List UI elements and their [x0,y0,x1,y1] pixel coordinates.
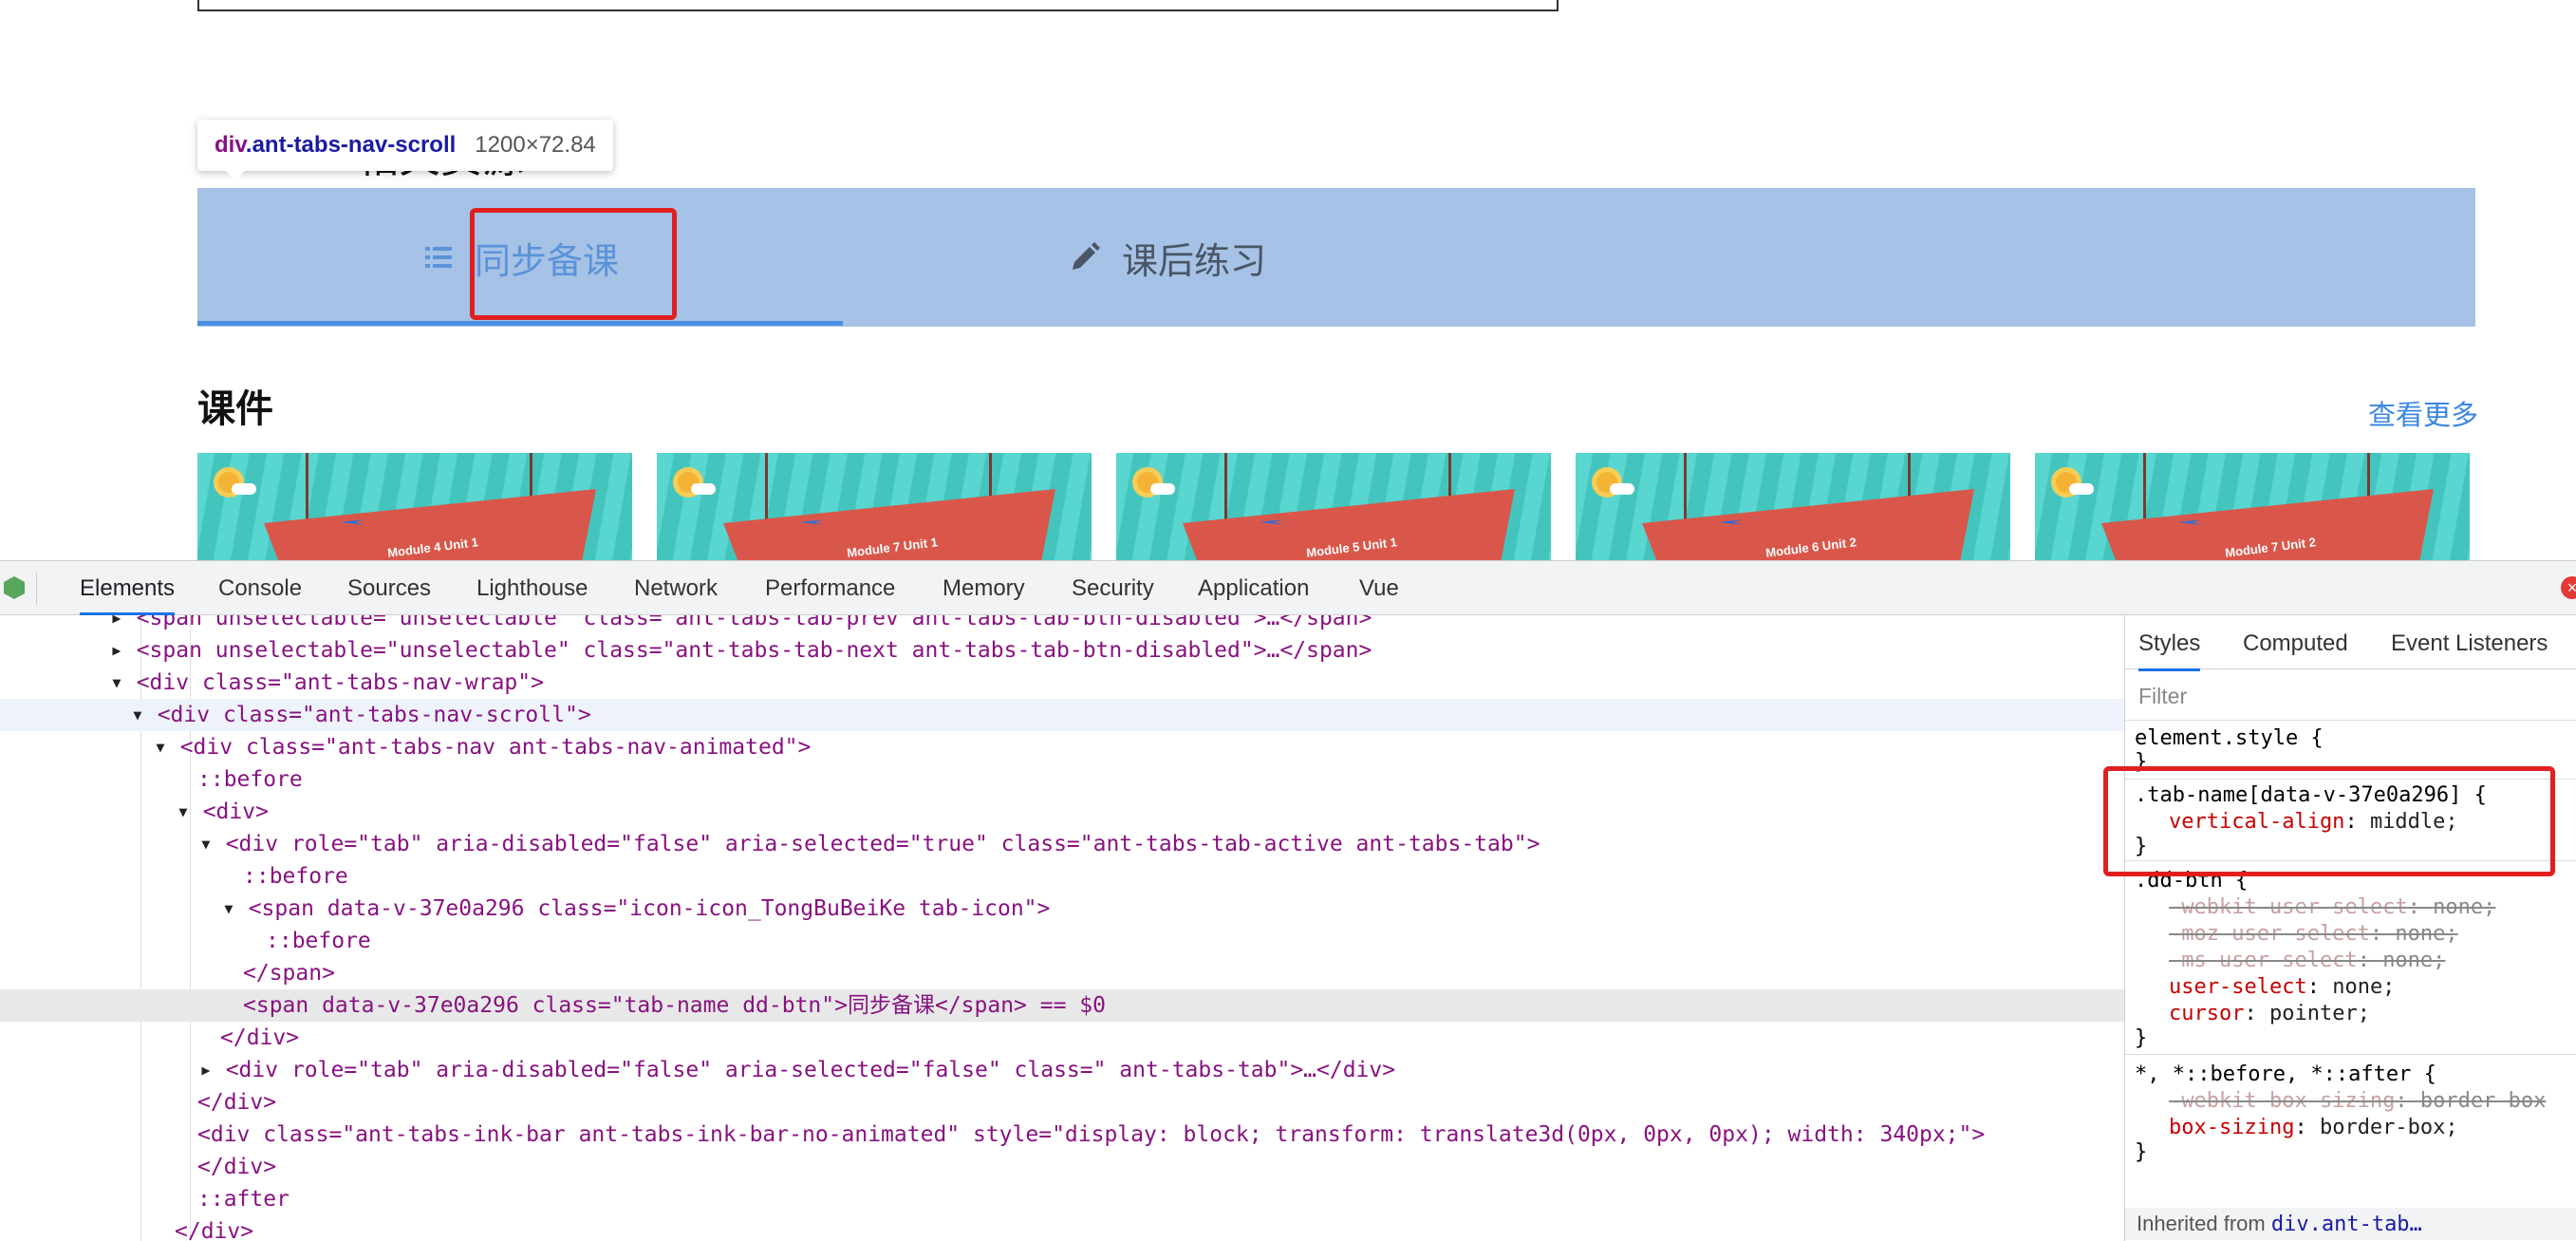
tab-styles[interactable]: Styles [2138,630,2201,671]
dom-node[interactable]: </div> [0,1215,2124,1241]
tab-homework[interactable]: 课后练习 [1069,188,1266,327]
inherited-from-header: Inherited from div.ant-tab… [2125,1208,2576,1240]
dom-node[interactable]: <div class="ant-tabs-ink-bar ant-tabs-in… [0,1119,2124,1151]
filter-divider [2125,720,2576,721]
rule-declaration-overridden[interactable]: -ms-user-select: none; [2169,948,2445,974]
rule-divider [2125,1054,2576,1055]
rule-declaration[interactable]: box-sizing: border-box; [2169,1115,2458,1141]
dom-node-selected[interactable]: <span data-v-37e0a296 class="tab-name dd… [0,989,2124,1022]
dom-node[interactable]: ▾ <div role="tab" aria-disabled="false" … [0,828,2124,860]
dom-node[interactable]: </span> [0,957,2124,989]
pseudo-element[interactable]: ::after [0,1183,2124,1215]
tab-label: 课后练习 [1122,239,1267,282]
tab-performance[interactable]: Performance [765,575,895,602]
dom-node[interactable]: ▾ <div> [0,796,2124,828]
vue-devtools-icon[interactable] [4,576,25,599]
inspect-tooltip: div.ant-tabs-nav-scroll 1200×72.84 [197,120,613,180]
rule-declaration-overridden[interactable]: -moz-user-select: none; [2169,921,2458,948]
highlight-box-tab [470,208,677,320]
tab-lighthouse[interactable]: Lighthouse [476,575,588,602]
course-thumbnail[interactable]: Module 7 Unit 1 [657,453,1092,560]
devtools-panel: Elements Console Sources Lighthouse Netw… [0,560,2576,1241]
dom-node[interactable]: </div> [0,1022,2124,1054]
tab-sources[interactable]: Sources [347,575,431,602]
highlight-box-rule [2103,766,2555,876]
tab-network[interactable]: Network [634,575,718,602]
dom-node[interactable]: ▸ <span unselectable="unselectable" clas… [0,634,2124,667]
styles-pane: Styles Computed Event Listeners Filter e… [2124,615,2576,1241]
pseudo-element[interactable]: ::before [0,763,2124,796]
styles-filter-input[interactable]: Filter [2138,684,2187,709]
rule-declaration[interactable]: user-select: none; [2169,974,2395,1001]
tab-application[interactable]: Application [1198,575,1309,602]
tab-event-listeners[interactable]: Event Listeners [2391,630,2548,657]
web-page: 000000相关资源 div.ant-tabs-nav-scroll 1200×… [0,0,2576,560]
tooltip-size: 1200×72.84 [475,132,596,158]
tab-memory[interactable]: Memory [943,575,1025,602]
dom-node[interactable]: </div> [0,1151,2124,1183]
rule-close-brace: } [2135,1140,2148,1164]
tooltip-tag: div [215,132,246,158]
dom-node[interactable]: ▸ <span unselectable="unselectable" clas… [0,615,2124,634]
toolbar-divider [36,573,37,605]
rule-selector[interactable]: *, *::before, *::after { [2135,1062,2436,1088]
rule-declaration-overridden[interactable]: -webkit-user-select: none; [2169,894,2495,921]
course-thumbnail[interactable]: Module 7 Unit 2 [2035,453,2470,560]
course-thumbnail[interactable]: Module 6 Unit 2 [1576,453,2010,560]
dom-node[interactable]: ▾ <div class="ant-tabs-nav-scroll"> [0,699,2124,731]
content-box-bottom-edge [197,0,1559,11]
dom-node[interactable]: </div> [0,1086,2124,1119]
pseudo-element[interactable]: ::before [0,925,2124,957]
elements-dom-tree: ▸ <span unselectable="unselectable" clas… [0,615,2124,1241]
courses-title: 课件 [197,387,273,431]
styles-tabs: Styles Computed Event Listeners [2125,615,2576,671]
tabs-ink-bar [197,321,843,326]
tab-elements[interactable]: Elements [80,575,176,615]
dom-node[interactable]: ▾ <div class="ant-tabs-nav-wrap"> [0,667,2124,699]
rule-selector[interactable]: element.style { [2135,725,2324,752]
tab-security[interactable]: Security [1072,575,1154,602]
tab-computed[interactable]: Computed [2243,630,2348,657]
pseudo-element[interactable]: ::before [0,860,2124,893]
tooltip-class: .ant-tabs-nav-scroll [245,132,457,158]
tab-console[interactable]: Console [218,575,302,602]
view-more-link[interactable]: 查看更多 [2368,393,2478,433]
pencil-icon [1073,242,1100,270]
rule-declaration[interactable]: cursor: pointer; [2169,1001,2370,1027]
rule-declaration-overridden[interactable]: -webkit-box-sizing: border-box [2169,1088,2546,1115]
devtools-toolbar: Elements Console Sources Lighthouse Netw… [0,561,2576,615]
close-icon[interactable]: × [2561,576,2576,599]
dom-node[interactable]: ▾ <div class="ant-tabs-nav ant-tabs-nav-… [0,731,2124,763]
rule-close-brace: } [2135,1026,2148,1050]
dom-node[interactable]: ▾ <span data-v-37e0a296 class="icon-icon… [0,893,2124,925]
dom-node[interactable]: ▸ <div role="tab" aria-disabled="false" … [0,1054,2124,1086]
list-icon [425,247,452,268]
tab-vue[interactable]: Vue [1359,575,1399,602]
course-thumbnail[interactable]: Module 5 Unit 1 [1116,453,1551,560]
course-thumbnail[interactable]: Module 4 Unit 1 [197,453,632,560]
